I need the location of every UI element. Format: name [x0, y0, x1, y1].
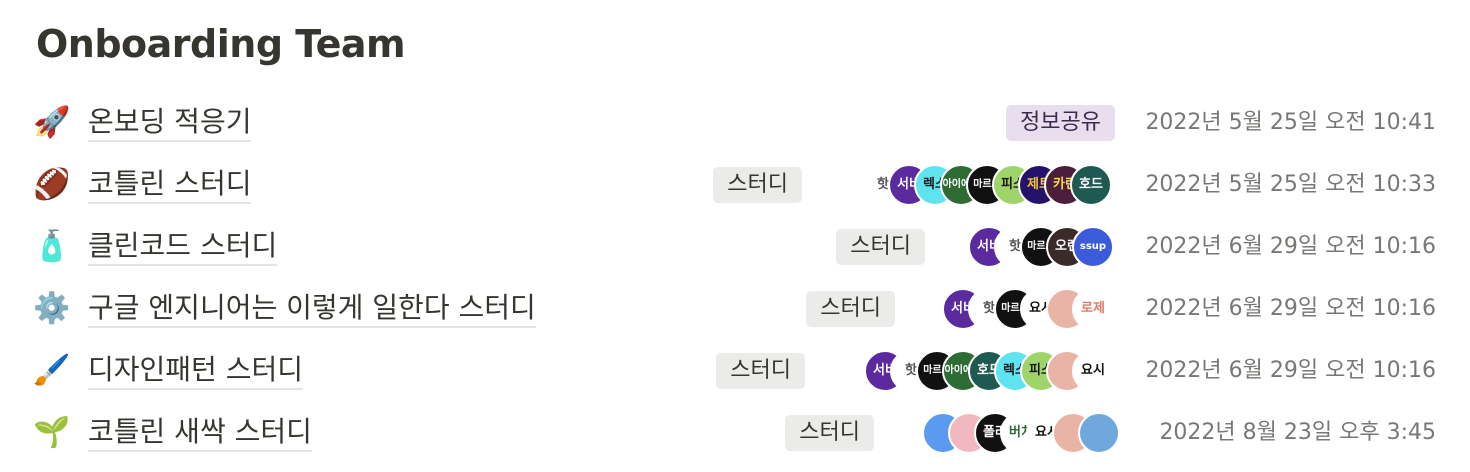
paintbrush-icon: 🖌️ — [33, 353, 71, 388]
created-date: 2022년 8월 23일 오후 3:45 — [1159, 420, 1436, 445]
avatar[interactable]: ssup — [1072, 226, 1114, 268]
created-date: 2022년 6월 29일 오전 10:16 — [1145, 358, 1436, 383]
avatar[interactable]: 요시 — [1072, 350, 1114, 392]
category-tag: 스터디 — [716, 353, 805, 389]
created-date: 2022년 5월 25일 오전 10:33 — [1145, 172, 1436, 197]
created-date: 2022년 5월 25일 오전 10:41 — [1145, 110, 1436, 135]
category-tag: 스터디 — [713, 167, 802, 203]
list-item[interactable]: ⚙️ 구글 엔지니어는 이렇게 일한다 스터디 스터디 서비 핫 마르코 요시 로제 2022년… — [0, 279, 1470, 341]
seedling-icon: 🌱 — [33, 415, 71, 450]
list-item[interactable]: 🏈 코틀린 스터디 스터디 핫 서비 렉스 아이에나 마르코 피스 제토 카린 호드 2022년 5월 … — [0, 155, 1470, 217]
page-link-title[interactable]: 코틀린 스터디 — [88, 166, 252, 204]
page-title: Onboarding Team — [36, 22, 406, 66]
participants-avatars: 서비 핫 마르코 아이에나 호드 렉스 피스 요시 — [864, 350, 1114, 394]
list-item[interactable]: 🚀 온보딩 적응기 정보공유 2022년 5월 25일 오전 10:41 — [0, 93, 1470, 155]
participants-avatars: 폴라 버치 요시 — [922, 412, 1120, 456]
avatar[interactable]: 호드 — [1070, 164, 1112, 206]
created-date: 2022년 6월 29일 오전 10:16 — [1145, 234, 1436, 259]
created-date: 2022년 6월 29일 오전 10:16 — [1145, 296, 1436, 321]
page-link-title[interactable]: 구글 엔지니어는 이렇게 일한다 스터디 — [88, 290, 536, 328]
page-link-title[interactable]: 온보딩 적응기 — [88, 104, 252, 142]
list-item[interactable]: 🧴 클린코드 스터디 스터디 서비 핫 마르코 오랜 ssup 2022년 6월 29일 오전 … — [0, 217, 1470, 279]
participants-avatars: 서비 핫 마르코 요시 로제 — [942, 288, 1114, 332]
participants-avatars: 서비 핫 마르코 오랜 ssup — [968, 226, 1114, 270]
page-link-title[interactable]: 코틀린 새싹 스터디 — [88, 414, 312, 452]
category-tag: 정보공유 — [1006, 105, 1115, 141]
category-tag: 스터디 — [785, 415, 874, 451]
page-link-title[interactable]: 디자인패턴 스터디 — [88, 352, 303, 390]
list-item[interactable]: 🌱 코틀린 새싹 스터디 스터디 폴라 버치 요시 2022년 8월 23일 오후 3:45 — [0, 403, 1470, 465]
category-tag: 스터디 — [806, 291, 895, 327]
list-item[interactable]: 🖌️ 디자인패턴 스터디 스터디 서비 핫 마르코 아이에나 호드 렉스 피스 요시 2022년 6월… — [0, 341, 1470, 403]
lotion-bottle-icon: 🧴 — [33, 229, 71, 264]
gear-icon: ⚙️ — [33, 291, 71, 326]
participants-avatars: 핫 서비 렉스 아이에나 마르코 피스 제토 카린 호드 — [862, 164, 1112, 208]
rocket-icon: 🚀 — [33, 105, 71, 140]
page-link-title[interactable]: 클린코드 스터디 — [88, 228, 278, 266]
football-icon: 🏈 — [33, 167, 71, 202]
category-tag: 스터디 — [836, 229, 925, 265]
avatar[interactable]: 로제 — [1072, 288, 1114, 330]
avatar[interactable] — [1078, 412, 1120, 454]
